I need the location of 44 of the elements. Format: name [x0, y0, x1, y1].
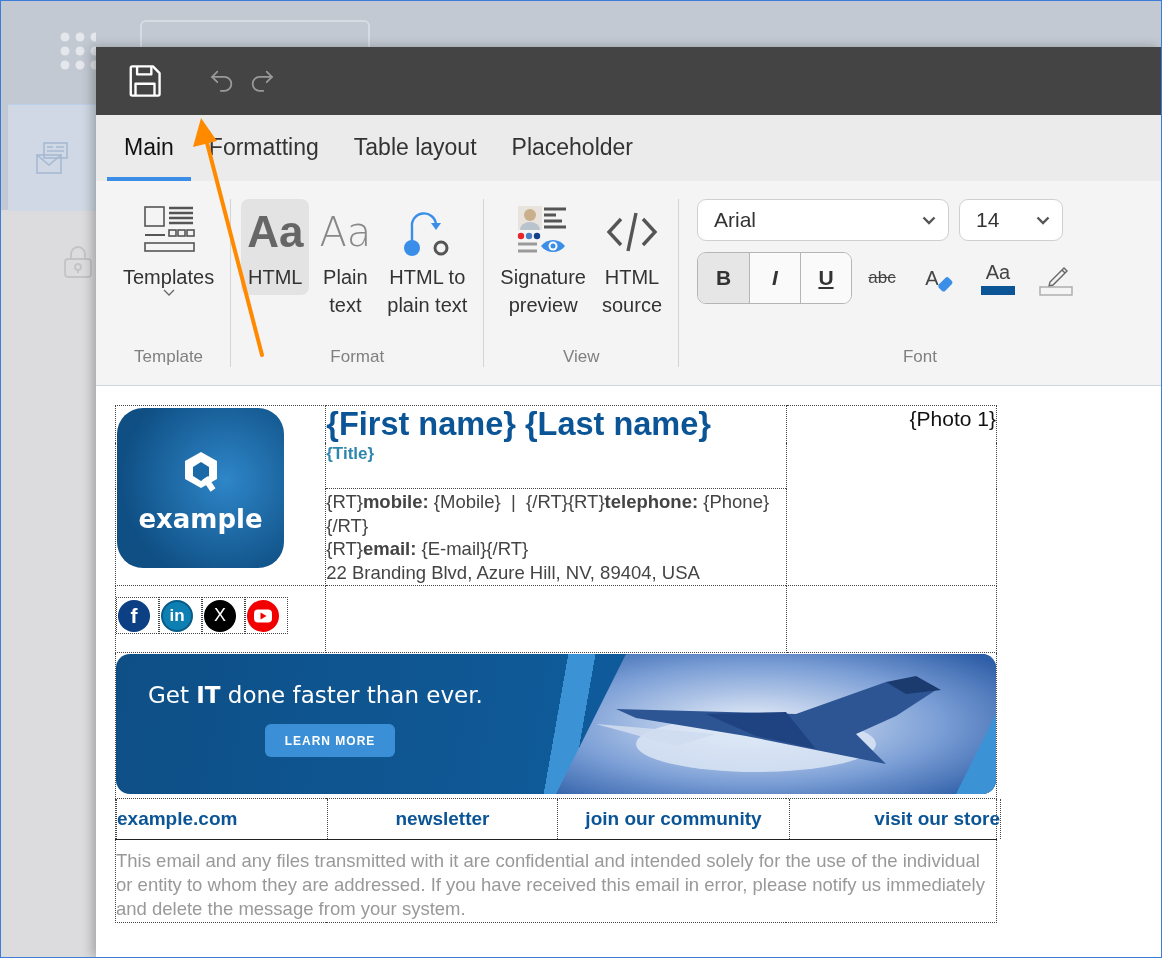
group-label: Template: [134, 347, 204, 367]
font-color-button[interactable]: Aa: [970, 253, 1026, 303]
font-select[interactable]: Arial: [697, 199, 949, 241]
signature-link[interactable]: newsletter: [395, 808, 490, 830]
chevron-icon: [922, 215, 936, 225]
underline-button[interactable]: U: [800, 253, 851, 303]
contact-line: 22 Branding Blvd, Azure Hill, NV, 89404, USA: [326, 560, 701, 585]
facebook-icon[interactable]: f: [118, 599, 150, 632]
contact-line: {RT}email: {E-mail}{/RT}: [326, 537, 530, 561]
ribbon-button[interactable]: HTML source: [595, 199, 668, 323]
x-icon[interactable]: X: [204, 599, 236, 632]
tab[interactable]: Formatting: [191, 115, 336, 181]
ribbon-button[interactable]: HTML to plain text: [381, 199, 474, 323]
linkedin-icon[interactable]: in: [161, 599, 193, 632]
signature-link[interactable]: visit our store: [874, 808, 1000, 830]
mail-icon: [35, 141, 69, 175]
disclaimer-text: This email and any files transmitted with it are confidential and intended solely for the use of the individual or entity to whom they are addressed. If you have received this email in error, please notify us immediately and delete the message from your system.: [116, 850, 985, 919]
strikethrough-button[interactable]: abc: [854, 253, 910, 303]
company-logo: example: [117, 408, 284, 568]
clear-format-button[interactable]: A: [912, 253, 968, 303]
lock-icon: [63, 245, 93, 279]
name-placeholder: {First name} {Last name}: [326, 407, 712, 441]
group-label: View: [562, 347, 600, 367]
banner-headline: Get IT done faster than ever.: [148, 682, 484, 709]
group-label: Font: [902, 347, 938, 367]
tab[interactable]: Placeholder: [494, 115, 650, 181]
caret-icon: [162, 289, 175, 296]
ribbon-button[interactable]: Signature preview: [494, 199, 592, 323]
youtube-icon[interactable]: [247, 599, 279, 632]
font-size-select[interactable]: 14: [959, 199, 1063, 241]
bold-button[interactable]: B: [698, 253, 749, 303]
italic-button[interactable]: I: [749, 253, 800, 303]
group-label: Format: [330, 347, 385, 367]
ribbon-button[interactable]: Aa HTML: [241, 199, 310, 295]
signature-link[interactable]: example.com: [117, 808, 238, 830]
signature-link[interactable]: join our community: [585, 808, 762, 830]
plain-format-glyph: Aa: [319, 208, 372, 257]
title-placeholder: {Title}: [326, 444, 376, 464]
photo-placeholder: {Photo 1}: [909, 407, 996, 430]
ribbon-button[interactable]: Templates: [117, 199, 221, 300]
chevron-icon: [1036, 215, 1050, 225]
tab[interactable]: Table layout: [336, 115, 494, 181]
html-format-glyph: Aa: [247, 206, 304, 258]
ribbon-button[interactable]: Aa Plain text: [313, 199, 378, 323]
